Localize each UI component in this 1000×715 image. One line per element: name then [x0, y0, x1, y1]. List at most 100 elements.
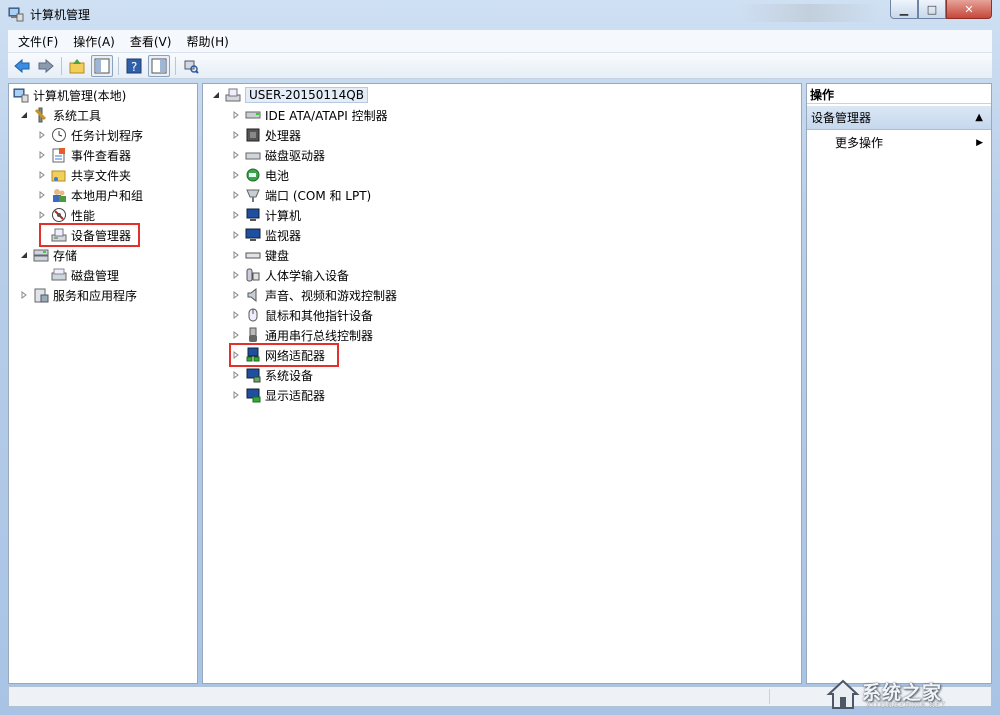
show-hide-tree-button[interactable]: [91, 54, 113, 77]
device-category-hid[interactable]: 人体学输入设备: [231, 265, 349, 285]
device-category-processor[interactable]: 处理器: [231, 125, 301, 145]
tree-item-task-scheduler[interactable]: 任务计划程序: [37, 125, 143, 145]
minimize-button[interactable]: ▁: [890, 0, 918, 19]
expand-triangle-icon[interactable]: [231, 230, 241, 240]
tree-label: 任务计划程序: [71, 128, 144, 143]
expand-triangle-icon[interactable]: [19, 290, 29, 300]
menu-action[interactable]: 操作(A): [63, 33, 120, 50]
expand-triangle-icon[interactable]: [231, 370, 241, 380]
title-bar[interactable]: 计算机管理 ▁ □ ✕: [0, 0, 1000, 28]
watermark-subtext: XITONGZHIJIA.NET: [866, 701, 947, 709]
expand-triangle-icon[interactable]: [231, 250, 241, 260]
tree-item-storage[interactable]: 存储: [19, 245, 77, 265]
expand-triangle-icon[interactable]: [37, 190, 47, 200]
expand-triangle-icon[interactable]: [231, 110, 241, 120]
expand-triangle-icon[interactable]: [37, 170, 47, 180]
tree-item-system-tools[interactable]: 系统工具: [19, 105, 101, 125]
tree-item-disk-management[interactable]: 磁盘管理: [51, 265, 119, 285]
tree-item-event-viewer[interactable]: 事件查看器: [37, 145, 131, 165]
back-arrow-icon: [14, 58, 30, 73]
device-category-monitors[interactable]: 监视器: [231, 225, 301, 245]
device-category-label: 声音、视频和游戏控制器: [265, 288, 398, 303]
actions-section-device-manager[interactable]: 设备管理器 ▲: [807, 106, 991, 130]
device-category-disk-drives[interactable]: 磁盘驱动器: [231, 145, 325, 165]
actions-header: 操作: [807, 84, 991, 104]
show-hide-action-pane-button[interactable]: [148, 54, 170, 77]
tree-item-local-users-groups[interactable]: 本地用户和组: [37, 185, 143, 205]
scan-hardware-button[interactable]: [181, 56, 201, 76]
services-icon: [33, 287, 49, 303]
expand-triangle-icon[interactable]: [231, 290, 241, 300]
back-button[interactable]: [12, 56, 32, 76]
device-category-label: 键盘: [265, 248, 290, 263]
maximize-button[interactable]: □: [918, 0, 946, 19]
menu-view[interactable]: 查看(V): [120, 33, 177, 50]
collapse-triangle-icon[interactable]: [19, 250, 29, 260]
tree-item-shared-folders[interactable]: 共享文件夹: [37, 165, 131, 185]
expand-triangle-icon[interactable]: [37, 130, 47, 140]
expand-triangle-icon[interactable]: [231, 390, 241, 400]
expand-triangle-icon[interactable]: [37, 150, 47, 160]
menu-file[interactable]: 文件(F): [8, 33, 63, 50]
disk-drive-icon: [245, 147, 261, 163]
device-category-display-adapters[interactable]: 显示适配器: [231, 385, 325, 405]
device-category-system-devices[interactable]: 系统设备: [231, 365, 313, 385]
tree-item-services-applications[interactable]: 服务和应用程序: [19, 285, 137, 305]
help-button[interactable]: ?: [124, 56, 144, 76]
close-button[interactable]: ✕: [946, 0, 992, 19]
monitor-icon: [245, 227, 261, 243]
svg-text:?: ?: [131, 60, 137, 74]
menu-help[interactable]: 帮助(H): [176, 33, 233, 50]
device-category-keyboards[interactable]: 键盘: [231, 245, 289, 265]
device-tree-pane[interactable]: USER-20150114QB IDE ATA/ATAPI 控制器 处理器 磁盘…: [202, 83, 802, 684]
device-category-label: 端口 (COM 和 LPT): [265, 188, 372, 203]
submenu-arrow-icon: ▶: [976, 138, 983, 148]
tree-item-computer-management[interactable]: 计算机管理(本地): [13, 85, 126, 105]
collapse-triangle-icon[interactable]: [19, 110, 29, 120]
device-category-battery[interactable]: 电池: [231, 165, 289, 185]
expand-triangle-icon[interactable]: [231, 310, 241, 320]
hid-icon: [245, 267, 261, 283]
expand-triangle-icon[interactable]: [37, 210, 47, 220]
expand-triangle-icon[interactable]: [231, 150, 241, 160]
device-category-ide[interactable]: IDE ATA/ATAPI 控制器: [231, 105, 388, 125]
device-category-label: 通用串行总线控制器: [265, 328, 374, 343]
users-icon: [51, 187, 67, 203]
device-category-label: 监视器: [265, 228, 302, 243]
actions-pane: 操作 设备管理器 ▲ 更多操作 ▶: [806, 83, 992, 684]
help-icon: ?: [126, 58, 142, 74]
expand-triangle-icon[interactable]: [231, 210, 241, 220]
device-category-label: IDE ATA/ATAPI 控制器: [265, 108, 388, 123]
performance-icon: [51, 207, 67, 223]
red-highlight-box: [229, 343, 339, 367]
tree-item-performance[interactable]: 性能: [37, 205, 95, 225]
forward-arrow-icon: [38, 58, 54, 73]
window-title: 计算机管理: [30, 8, 91, 22]
computer-management-window: 计算机管理 ▁ □ ✕ 文件(F) 操作(A) 查看(V) 帮助(H) ? 计算…: [0, 0, 1000, 715]
device-category-label: 人体学输入设备: [265, 268, 350, 283]
device-category-label: 磁盘驱动器: [265, 148, 326, 163]
expand-triangle-icon[interactable]: [231, 270, 241, 280]
device-tree-computer-node[interactable]: USER-20150114QB: [211, 85, 368, 105]
expand-triangle-icon[interactable]: [231, 130, 241, 140]
maximize-icon: □: [926, 2, 938, 16]
collapse-up-icon[interactable]: ▲: [975, 106, 983, 130]
tree-label: 服务和应用程序: [53, 288, 138, 303]
more-actions-item[interactable]: 更多操作 ▶: [835, 134, 985, 152]
device-category-label: 系统设备: [265, 368, 314, 383]
disk-management-icon: [51, 267, 67, 283]
usb-icon: [245, 327, 261, 343]
device-category-usb[interactable]: 通用串行总线控制器: [231, 325, 373, 345]
forward-button[interactable]: [36, 56, 56, 76]
device-category-sound[interactable]: 声音、视频和游戏控制器: [231, 285, 397, 305]
up-button[interactable]: [67, 56, 87, 76]
device-category-ports[interactable]: 端口 (COM 和 LPT): [231, 185, 371, 205]
device-category-mice[interactable]: 鼠标和其他指针设备: [231, 305, 373, 325]
expand-triangle-icon[interactable]: [231, 170, 241, 180]
expand-triangle-icon[interactable]: [231, 330, 241, 340]
tree-label: 系统工具: [53, 108, 102, 123]
collapse-triangle-icon[interactable]: [211, 90, 221, 100]
expand-triangle-icon[interactable]: [231, 190, 241, 200]
device-category-computer[interactable]: 计算机: [231, 205, 301, 225]
console-tree-pane[interactable]: 计算机管理(本地) 系统工具 任务计划程序 事件查看器 共享文件夹 本地用户和组: [8, 83, 198, 684]
